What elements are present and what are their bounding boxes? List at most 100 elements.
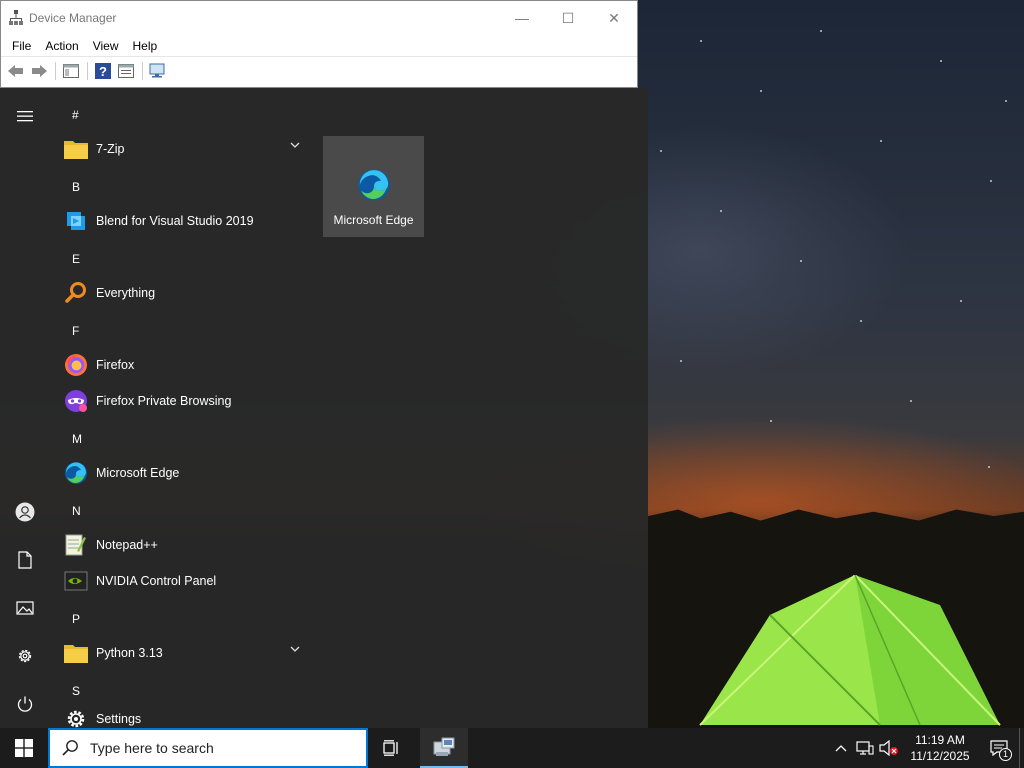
window-title: Device Manager [29,11,117,25]
pictures-button[interactable] [0,588,50,628]
forward-button[interactable] [28,61,50,81]
device-manager-icon [433,737,455,756]
gear-icon [18,649,32,663]
app-item-notepadpp[interactable]: Notepad++ [50,528,312,562]
app-label: Python 3.13 [96,646,163,660]
network-button[interactable] [853,728,877,768]
menu-view[interactable]: View [86,39,126,53]
settings-rail-button[interactable] [0,636,50,676]
start-button[interactable] [0,728,48,768]
folder-icon [64,645,88,663]
clock[interactable]: 11:19 AM 11/12/2025 [901,732,979,764]
app-item-firefox[interactable]: Firefox [50,348,312,382]
group-header-s[interactable]: S [72,684,80,698]
properties-button[interactable] [115,61,137,81]
menu-help[interactable]: Help [126,39,165,53]
app-label: Firefox [96,358,135,372]
app-item-7-zip[interactable]: 7-Zip [50,132,312,166]
monitor-scan-icon [149,63,165,77]
app-label: Settings [96,712,142,726]
network-icon [856,741,874,755]
action-center-button[interactable]: 1 [979,728,1019,768]
gear-icon [67,710,85,728]
volume-button[interactable] [877,728,901,768]
app-label: 7-Zip [96,142,125,156]
minimize-button[interactable]: — [499,1,545,35]
close-button[interactable]: ✕ [591,1,637,35]
notepadpp-icon [65,534,86,556]
edge-icon [357,169,390,201]
group-header-p[interactable]: P [72,612,80,626]
chevron-up-icon [835,745,847,752]
task-view-button[interactable] [368,728,416,768]
taskbar-search-box[interactable] [48,728,368,768]
toolbar-separator [142,61,143,80]
expand-menu-button[interactable] [0,96,50,136]
document-icon [18,551,32,569]
user-account-button[interactable] [0,492,50,532]
show-hide-console-tree-button[interactable] [60,61,82,81]
search-input[interactable] [90,740,350,756]
back-button[interactable] [5,61,27,81]
maximize-button[interactable]: ☐ [545,1,591,35]
properties-icon [118,63,134,78]
start-rail [0,88,50,728]
group-header-f[interactable]: F [72,324,79,338]
taskbar: 11:19 AM 11/12/2025 1 [0,728,1024,768]
app-list: # 7-Zip B Blend for Visual Studio 2019 E… [50,88,312,728]
help-button[interactable]: ? [92,61,114,81]
group-header-b[interactable]: B [72,180,80,194]
device-manager-icon [9,10,23,25]
title-bar[interactable]: Device Manager — ☐ ✕ [1,1,637,35]
show-desktop-button[interactable] [1019,728,1024,768]
group-header-m[interactable]: M [72,432,82,446]
menu-action[interactable]: Action [38,39,85,53]
device-manager-window[interactable]: Device Manager — ☐ ✕ File Action View He… [0,0,638,88]
documents-button[interactable] [0,540,50,580]
app-item-nvidia-control-panel[interactable]: NVIDIA Control Panel [50,564,312,598]
windows-logo-icon [15,739,33,757]
app-item-microsoft-edge[interactable]: Microsoft Edge [50,456,312,490]
blend-icon [67,212,85,230]
app-item-everything[interactable]: Everything [50,276,312,310]
toolbar-separator [55,61,56,80]
notification-count-badge: 1 [999,748,1012,761]
show-hidden-icons-button[interactable] [829,728,853,768]
tile-microsoft-edge[interactable]: Microsoft Edge [323,136,424,237]
forward-arrow-icon [32,64,47,77]
group-header-e[interactable]: E [72,252,80,266]
tile-label: Microsoft Edge [333,213,414,227]
group-header-n[interactable]: N [72,504,81,518]
task-view-icon [383,740,398,756]
menu-bar: File Action View Help [1,35,637,56]
app-label: Notepad++ [96,538,158,552]
power-icon [17,696,33,712]
power-button[interactable] [0,684,50,724]
folder-icon [64,141,88,159]
start-menu: # 7-Zip B Blend for Visual Studio 2019 E… [0,88,648,728]
app-item-blend[interactable]: Blend for Visual Studio 2019 [50,204,312,238]
scan-hardware-button[interactable] [147,61,169,81]
menu-file[interactable]: File [5,39,38,53]
taskbar-device-manager[interactable] [420,728,468,768]
app-label: Blend for Visual Studio 2019 [96,214,254,228]
app-label: NVIDIA Control Panel [96,574,217,588]
chevron-down-icon[interactable] [290,142,300,148]
toolbar: ? [1,56,637,84]
app-item-python[interactable]: Python 3.13 [50,636,312,670]
group-header-hash[interactable]: # [72,108,79,122]
user-avatar-icon [15,502,35,522]
glowing-tent [699,575,1001,726]
svg-text:?: ? [99,64,107,79]
app-label: Everything [96,286,156,300]
clock-date: 11/12/2025 [910,749,970,763]
nvidia-icon [64,571,88,591]
hamburger-icon [17,111,33,122]
app-item-settings[interactable]: Settings [50,702,312,728]
search-icon [62,740,78,756]
help-icon: ? [95,62,111,79]
chevron-down-icon[interactable] [290,646,300,652]
system-tray: 11:19 AM 11/12/2025 1 [829,728,1024,768]
console-tree-icon [63,63,79,78]
app-item-firefox-private[interactable]: Firefox Private Browsing [50,384,312,418]
